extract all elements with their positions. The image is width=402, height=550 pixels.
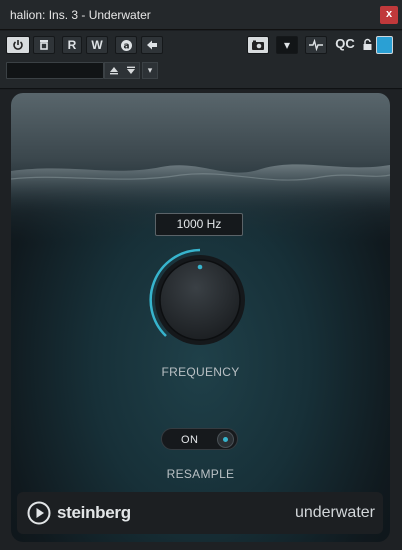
auto-label: a <box>123 42 129 52</box>
close-button[interactable]: x <box>380 6 398 24</box>
steinberg-logo-icon <box>27 501 51 525</box>
resample-state: ON <box>181 434 199 446</box>
arrow-left-icon <box>147 40 157 50</box>
auto-fade-button[interactable]: a <box>115 36 137 54</box>
plugin-footer: steinberg underwater <box>17 492 383 534</box>
plugin-toolbar: R W a ▾ QC ▾ <box>0 31 402 89</box>
resample-label: RESAMPLE <box>166 467 235 481</box>
bypass-icon <box>40 40 48 50</box>
arrow-up-down-icon <box>110 66 135 75</box>
window-titlebar: halion: Ins. 3 - Underwater x <box>0 0 402 30</box>
power-icon <box>13 40 23 50</box>
frequency-knob[interactable] <box>140 240 260 360</box>
power-button[interactable] <box>6 36 30 54</box>
resample-toggle[interactable]: ON <box>161 428 238 450</box>
at-sign-icon: a <box>120 40 132 52</box>
toggle-handle <box>217 431 234 448</box>
toggle-indicator-led <box>223 437 228 442</box>
frequency-value-display[interactable]: 1000 Hz <box>155 213 243 236</box>
frequency-label: FREQUENCY <box>161 365 240 379</box>
product-name: underwater <box>294 504 375 521</box>
underwater-panel: 1000 Hz FREQUENCY ON RESAMPLE steinberg … <box>11 93 390 542</box>
write-automation-button[interactable]: W <box>86 36 108 54</box>
preset-menu-button[interactable]: ▾ <box>142 62 158 79</box>
activity-button[interactable] <box>305 36 327 54</box>
window-title: halion: Ins. 3 - Underwater <box>10 8 151 22</box>
pulse-icon <box>309 39 323 51</box>
quick-controls-button[interactable]: QC <box>334 36 356 54</box>
color-button[interactable] <box>376 36 393 54</box>
brand-name: steinberg <box>57 503 131 522</box>
lock-icon <box>363 38 371 50</box>
preset-up-down-buttons[interactable] <box>104 62 140 79</box>
lock-button[interactable] <box>360 36 374 54</box>
read-automation-button[interactable]: R <box>62 36 82 54</box>
side-chain-dropdown[interactable]: ▾ <box>276 36 298 54</box>
bypass-button[interactable] <box>33 36 55 54</box>
switch-instance-button[interactable] <box>141 36 163 54</box>
camera-button[interactable] <box>247 36 269 54</box>
preset-name-field[interactable] <box>6 62 104 79</box>
camera-icon <box>252 40 264 50</box>
